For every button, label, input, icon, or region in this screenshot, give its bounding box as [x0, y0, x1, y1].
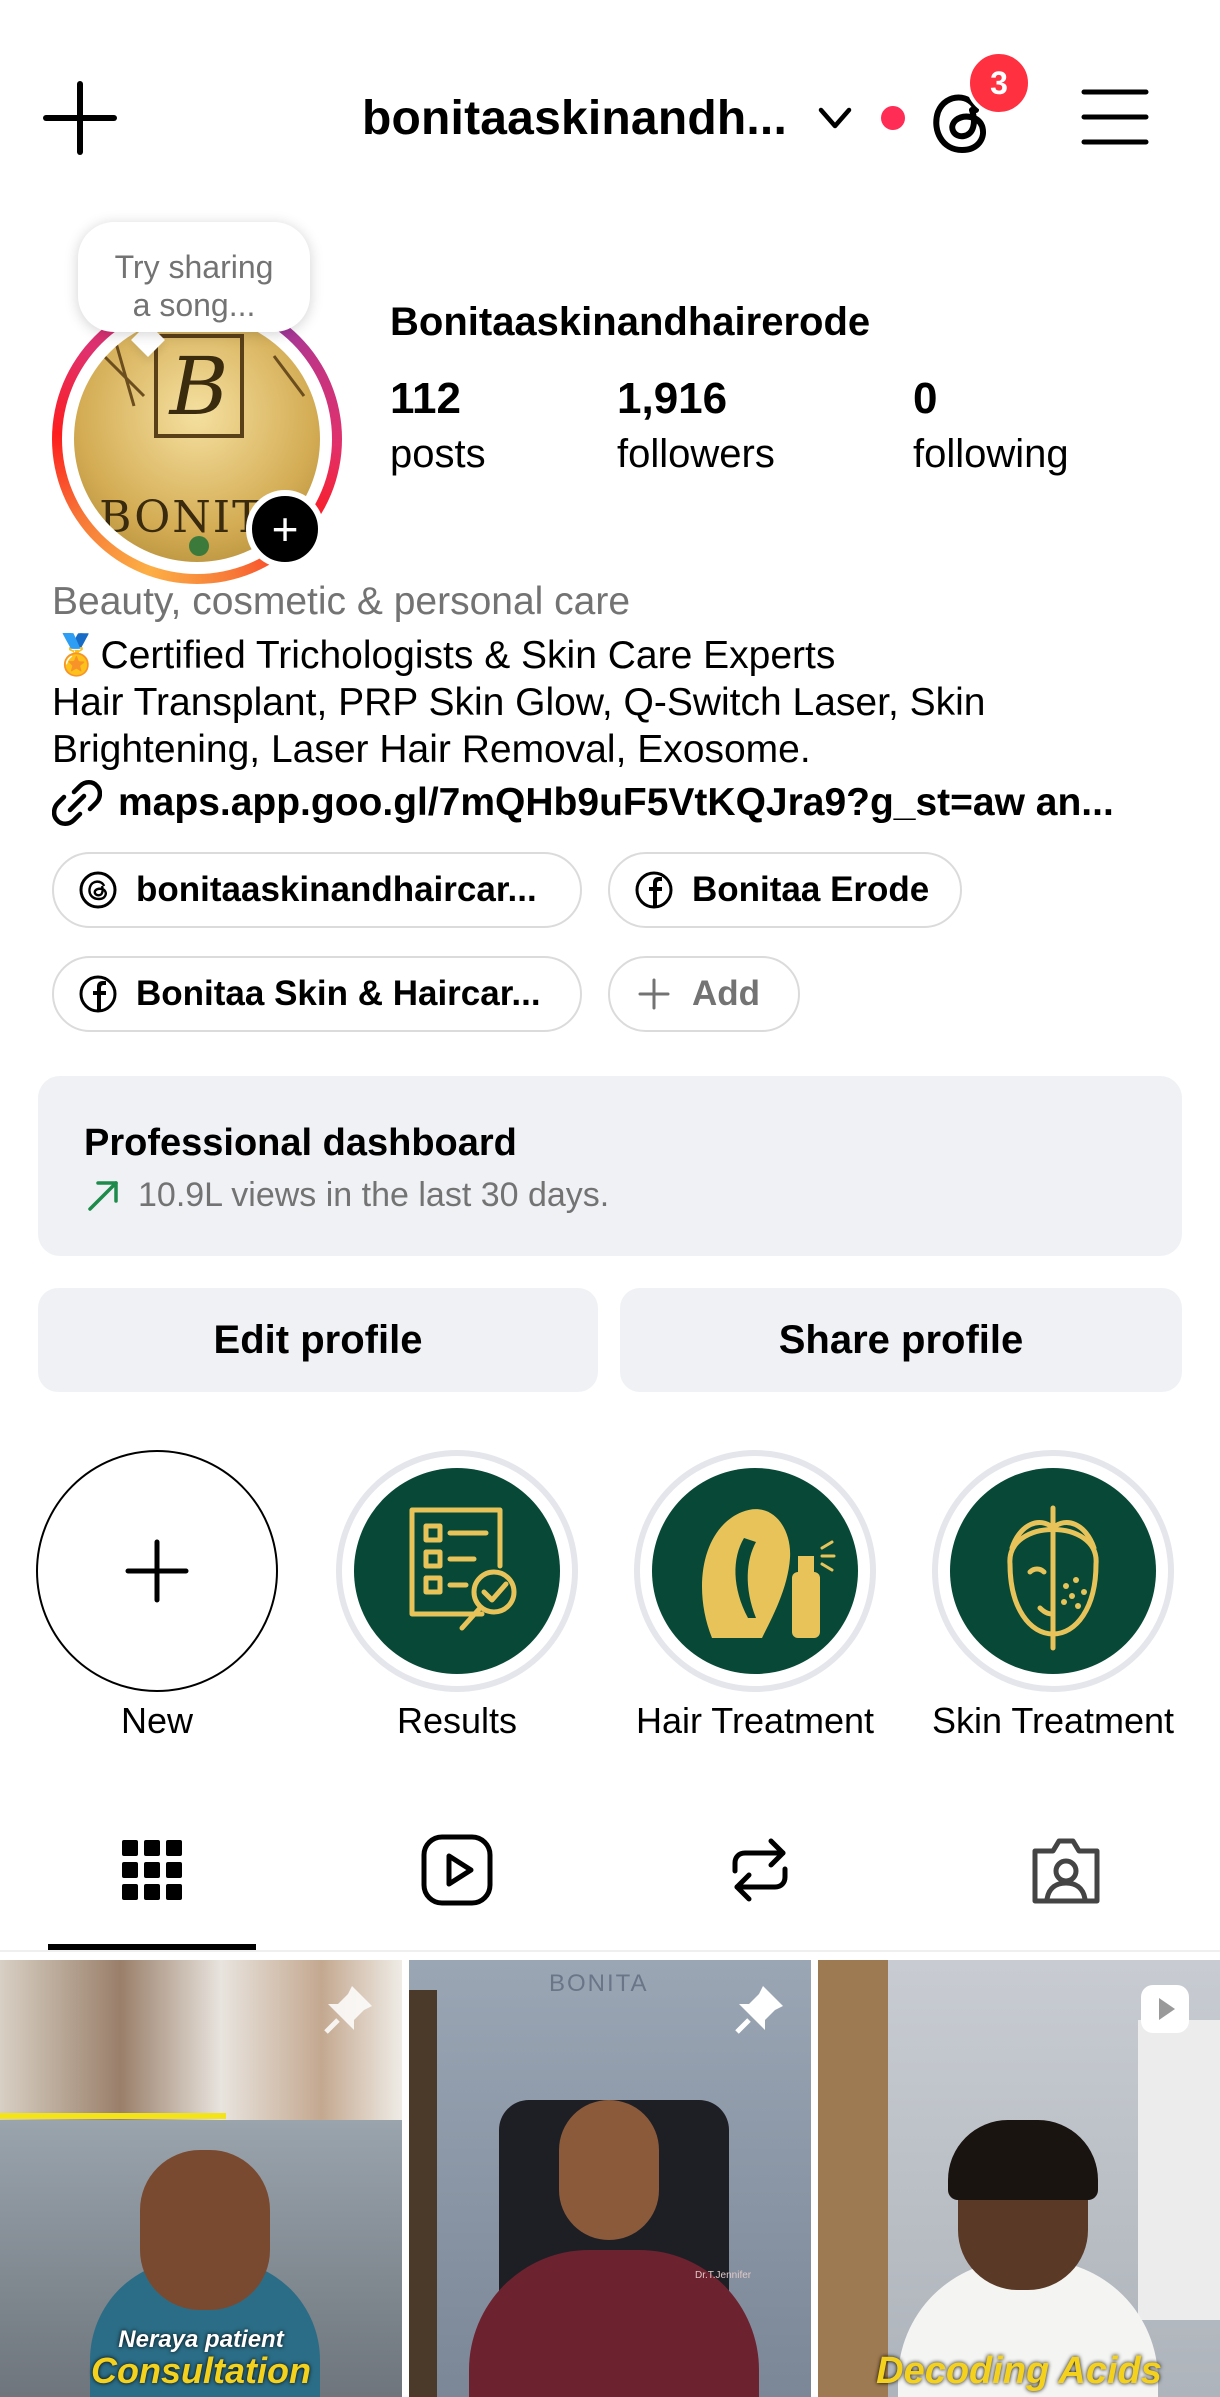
repost-icon — [732, 1838, 788, 1902]
threads-icon — [79, 871, 117, 909]
tab-reposts[interactable] — [710, 1830, 810, 1910]
chip-label: Add — [692, 974, 761, 1013]
chip-facebook-erode[interactable]: Bonitaa Erode — [608, 852, 962, 928]
stat-value: 112 — [390, 374, 461, 423]
new-highlight-button[interactable] — [36, 1450, 278, 1692]
face-skin-icon — [1007, 1505, 1099, 1651]
shirt-text: Dr.T.Jennifer — [695, 2270, 752, 2281]
link-icon — [52, 780, 102, 826]
chip-label: bonitaaskinandhaircar... — [136, 870, 537, 909]
highlight-hair-treatment[interactable] — [634, 1450, 876, 1692]
edit-profile-button[interactable]: Edit profile — [38, 1288, 598, 1392]
stat-followers[interactable]: 1,916 followers — [617, 374, 775, 477]
highlight-results[interactable] — [336, 1450, 578, 1692]
bio-link[interactable]: maps.app.goo.gl/7mQHb9uF5VtKQJra9?g_st=a… — [52, 778, 1114, 828]
grid-icon — [122, 1840, 182, 1900]
highlight-label: Results — [396, 1700, 518, 1741]
top-bar: bonitaaskinandh... 3 — [0, 0, 1220, 230]
stat-label: followers — [617, 432, 775, 476]
bio-link-text: maps.app.goo.gl/7mQHb9uF5VtKQJra9?g_st=a… — [118, 781, 1114, 824]
bio-line: Hair Transplant, PRP Skin Glow, Q-Switch… — [52, 681, 986, 724]
doctor-face — [559, 2100, 659, 2240]
share-profile-button[interactable]: Share profile — [620, 1288, 1182, 1392]
highlight-label: Skin Treatment — [931, 1700, 1175, 1741]
post-caption-bottom: Decoding Acids — [876, 2350, 1162, 2392]
tab-divider — [0, 1950, 1220, 1952]
post-watermark: BONITA — [549, 1970, 649, 1997]
stat-label: following — [913, 432, 1069, 476]
shelf — [409, 1990, 437, 2397]
tab-tagged[interactable] — [1016, 1830, 1116, 1910]
chip-label: Bonitaa Skin & Haircar... — [136, 974, 541, 1013]
chip-threads[interactable]: bonitaaskinandhaircar... — [52, 852, 582, 928]
chip-add[interactable]: Add — [608, 956, 800, 1032]
chevron-down-icon — [818, 107, 852, 129]
highlight-cover — [950, 1468, 1156, 1674]
highlight-label: Hair Treatment — [635, 1700, 875, 1741]
reel-play-icon — [1141, 1985, 1189, 2033]
post-tile[interactable]: BONITA Dr.T.Jennifer — [409, 1960, 811, 2397]
chip-facebook-haircare[interactable]: Bonitaa Skin & Haircar... — [52, 956, 582, 1032]
white-cabinet — [1138, 2020, 1220, 2320]
bio-line: 🏅Certified Trichologists & Skin Care Exp… — [52, 634, 836, 677]
stat-value: 0 — [913, 374, 938, 423]
post-progress-bar — [0, 2113, 226, 2119]
dashboard-title: Professional dashboard — [84, 1122, 517, 1164]
dashboard-subtitle: 10.9L views in the last 30 days. — [84, 1176, 609, 1215]
reels-play-icon — [421, 1834, 493, 1906]
notification-badge: 3 — [966, 50, 1032, 116]
hair-spray-icon — [702, 1509, 836, 1638]
plus-icon — [638, 978, 670, 1010]
tab-reels[interactable] — [407, 1830, 507, 1910]
svg-text:B: B — [168, 340, 229, 433]
create-plus-icon[interactable] — [40, 78, 120, 158]
plus-icon — [125, 1539, 189, 1603]
trending-up-icon — [88, 1180, 118, 1211]
highlight-cover — [652, 1468, 858, 1674]
tab-posts-grid[interactable] — [102, 1830, 202, 1910]
stat-following[interactable]: 0 following — [913, 374, 1069, 477]
stat-posts[interactable]: 112 posts — [390, 374, 486, 477]
account-switcher[interactable]: bonitaaskinandh... — [362, 88, 905, 148]
wooden-shelf — [818, 1960, 888, 2397]
pin-icon — [735, 1986, 783, 2034]
chip-label: Bonitaa Erode — [692, 870, 930, 909]
stat-value: 1,916 — [617, 374, 728, 423]
menu-icon[interactable] — [1080, 82, 1150, 152]
tooltip-text: Try sharing a song... — [114, 249, 274, 323]
profile-category: Beauty, cosmetic & personal care — [52, 580, 631, 623]
header-username: bonitaaskinandh... — [362, 91, 787, 145]
bio: 🏅Certified Trichologists & Skin Care Exp… — [52, 632, 1182, 773]
facebook-icon — [635, 871, 673, 909]
stat-label: posts — [390, 432, 486, 476]
highlight-cover — [354, 1468, 560, 1674]
checklist-magnifier-icon — [409, 1507, 517, 1631]
bio-line: Brightening, Laser Hair Removal, Exosome… — [52, 728, 811, 771]
post-tile[interactable]: Decoding Acids — [818, 1960, 1220, 2397]
pin-icon — [324, 1986, 372, 2034]
add-story-button[interactable]: + — [246, 490, 324, 568]
highlight-label: New — [120, 1700, 194, 1741]
display-name: Bonitaaskinandhairerode — [390, 300, 871, 344]
post-tile[interactable]: Neraya patient Consultation — [0, 1960, 402, 2397]
doctor-face — [140, 2150, 270, 2310]
unread-dot — [880, 106, 905, 130]
doctor-hair — [948, 2120, 1098, 2200]
tagged-person-icon — [1032, 1838, 1100, 1904]
professional-dashboard[interactable] — [38, 1076, 1182, 1256]
song-tooltip[interactable]: Try sharing a song... — [78, 222, 310, 332]
facebook-icon — [79, 975, 117, 1013]
highlight-skin-treatment[interactable] — [932, 1450, 1174, 1692]
dashboard-subtitle-text: 10.9L views in the last 30 days. — [138, 1176, 610, 1214]
post-caption-bottom: Consultation — [91, 2350, 311, 2391]
